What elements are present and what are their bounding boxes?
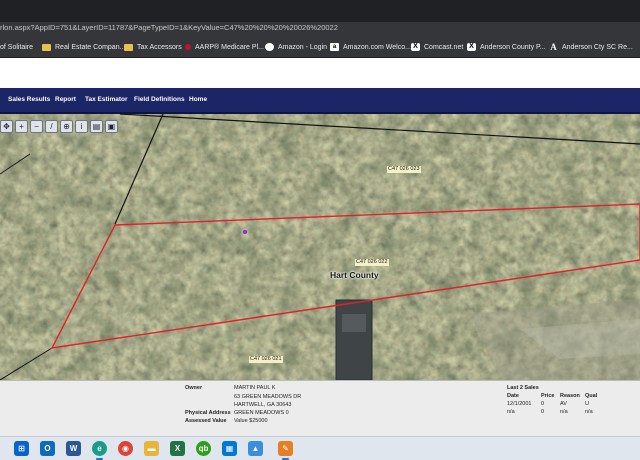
a-icon: A [550,42,557,52]
bookmark-label: Anderson County P... [480,43,546,51]
parcel-label: C47 026 023 [387,166,421,173]
x-icon: X [411,43,420,51]
owner-address-line2: HARTWELL, GA 30643 [234,402,292,408]
building-roof [336,300,372,380]
parcel-info-panel: Owner MARTIN PAUL K 63 GREEN MEADOWS DR … [0,380,640,436]
excel-icon[interactable]: X [170,441,185,456]
owner-address-line1: 63 GREEN MEADOWS DR [234,394,302,400]
start-icon[interactable]: ⊞ [14,441,29,456]
sales-header-date: Date [507,393,519,399]
parcel-label: C47 026 021 [249,356,283,363]
bookmark-label: Anderson Cty SC Re... [562,43,633,51]
aarp-icon [185,44,191,50]
x-icon: X [467,43,476,51]
owner-label: Owner [185,385,203,391]
bookmark-label: Tax Accessors [137,43,182,51]
bookmark-comcast[interactable]: X Comcast.net [411,41,463,53]
bookmark-label: AARP® Medicare Pl... [195,43,264,51]
bookmarks-bar: of Solitaire Real Estate Compan... Tax A… [0,36,640,58]
address-bar[interactable]: rlon.aspx?AppID=751&LayerID=11787&PageTy… [0,22,640,36]
full-extent-icon[interactable]: ⊕ [60,120,73,133]
capitol-icon [265,43,274,51]
bookmark-label: Amazon - Login [278,43,328,51]
print-icon[interactable]: ▤ [90,120,103,133]
identify-icon[interactable]: i [75,120,88,133]
sales-header-reason: Reason [560,393,580,399]
sales-cell: AV [560,401,567,407]
folder-icon [124,43,133,51]
word-icon[interactable]: W [66,441,81,456]
chrome-icon[interactable]: ◉ [118,441,133,456]
bookmark-label: Comcast.net [424,43,464,51]
sales-cell: n/a [585,409,593,415]
sales-title: Last 2 Sales [507,385,539,391]
bookmark-label: of Solitaire [0,43,34,51]
aerial-map[interactable] [0,114,640,380]
photos-icon[interactable]: ▲ [248,441,263,456]
bookmark-tax-accessors[interactable]: Tax Accessors [124,41,182,53]
nav-field-definitions[interactable]: Field Definitions [134,96,185,103]
store-icon[interactable]: ▦ [222,441,237,456]
owner-name: MARTIN PAUL K [234,385,276,391]
edge-icon[interactable]: e [92,441,107,460]
save-icon[interactable]: ▣ [105,120,118,133]
nav-sales-results[interactable]: Sales Results [8,96,50,103]
quickbooks-icon[interactable]: qb [196,441,211,456]
bookmark-label: Amazon.com Welco... [343,43,411,51]
bookmark-amazon-login[interactable]: Amazon - Login [265,41,327,53]
nav-tax-estimator[interactable]: Tax Estimator [85,96,128,103]
zoom-in-icon[interactable]: + [15,120,28,133]
measure-icon[interactable]: / [45,120,58,133]
paint-icon[interactable]: ✎ [278,441,293,460]
county-label: Hart County [330,270,379,280]
url-text[interactable]: rlon.aspx?AppID=751&LayerID=11787&PageTy… [0,23,338,32]
sales-cell: U [585,401,589,407]
site-header [0,58,640,88]
pan-icon[interactable]: ✥ [0,120,13,133]
sales-cell: 0 [541,409,545,415]
amazon-icon: a [330,43,339,51]
sales-header-qual: Qual [585,393,598,399]
assessed-value-label: Assessed Value [185,418,227,424]
nav-home[interactable]: Home [189,96,207,103]
zoom-out-icon[interactable]: − [30,120,43,133]
outlook-icon[interactable]: O [40,441,55,456]
taskbar: ⊞ O W e ◉ ▬ X qb ▦ ▲ ✎ [0,436,640,460]
browser-title-bar [0,0,640,22]
sales-header-price: Price [541,393,555,399]
bookmark-amazon-com[interactable]: a Amazon.com Welco... [330,41,411,53]
map-view[interactable]: C47 026 023 C47 026 022 C47 026 021 [0,114,640,380]
sales-cell: 0 [541,401,545,407]
bookmark-anderson-cty-sc[interactable]: A Anderson Cty SC Re... [549,41,633,53]
bookmark-label: Real Estate Compan... [55,43,126,51]
assessed-value-value: Value $25000 [234,418,268,424]
folder-icon [42,43,51,51]
map-toolbar: ✥ + − / ⊕ i ▤ ▣ [0,120,118,134]
bookmark-real-estate[interactable]: Real Estate Compan... [42,41,125,53]
physical-address-value: GREEN MEADOWS 0 [234,410,289,416]
nav-report[interactable]: Report [55,96,76,103]
physical-address-label: Physical Address [185,410,231,416]
parcel-marker [243,230,247,234]
file-explorer-icon[interactable]: ▬ [144,441,159,456]
screen: rlon.aspx?AppID=751&LayerID=11787&PageTy… [0,0,640,460]
bookmark-anderson-county[interactable]: X Anderson County P... [467,41,546,53]
bookmark-solitaire[interactable]: of Solitaire [0,41,33,53]
sales-cell: 12/1/2001 [507,401,532,407]
sales-cell: n/a [560,409,568,415]
parcel-label: C47 026 022 [355,259,389,266]
main-nav: Sales Results Report Tax Estimator Field… [0,88,640,114]
bookmark-aarp[interactable]: AARP® Medicare Pl... [185,41,264,53]
sales-cell: n/a [507,409,515,415]
